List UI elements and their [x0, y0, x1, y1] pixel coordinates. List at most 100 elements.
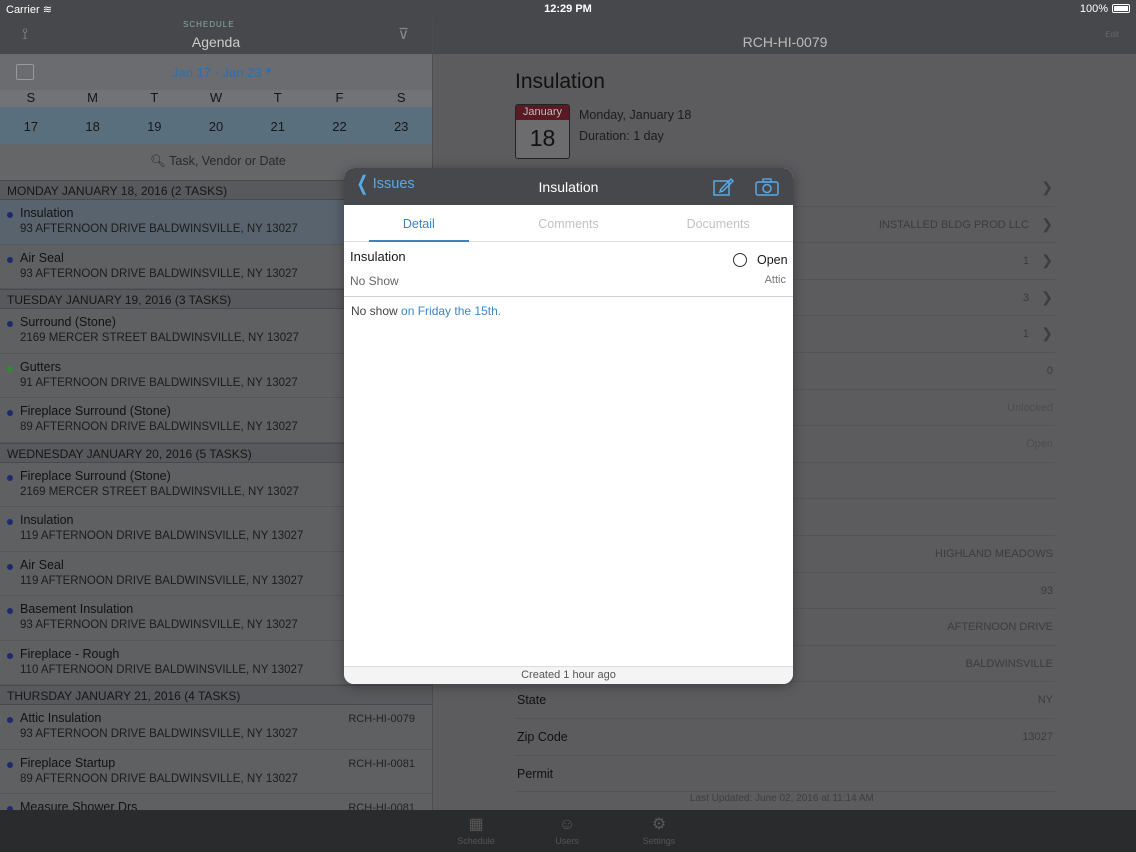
calendar-icon[interactable]: [16, 64, 34, 80]
status-dot-icon: [7, 717, 13, 723]
search-input[interactable]: 🔍︎ Task, Vendor or Date: [150, 154, 286, 169]
search-placeholder: Task, Vendor or Date: [169, 154, 286, 168]
task-code-title: RCH-HI-0079: [742, 34, 828, 50]
chevron-right-icon: ❯: [1041, 288, 1053, 305]
note-link[interactable]: on Friday the 15th.: [401, 304, 501, 318]
detail-field-row: Permit: [515, 756, 1055, 793]
field-value: AFTERNOON DRIVE: [947, 621, 1053, 634]
edit-button[interactable]: Edit: [1105, 30, 1119, 39]
calendar-month: January: [516, 105, 569, 120]
task-address: 2169 MERCER STREET BALDWINSVILLE, NY 130…: [20, 485, 299, 498]
field-value: 0: [1046, 365, 1053, 377]
date-cell[interactable]: 20: [185, 107, 247, 144]
detail-field-row: Zip Code 13027: [515, 719, 1055, 756]
date-cell[interactable]: 23: [370, 107, 432, 144]
tab-label: Schedule: [457, 836, 495, 846]
tab-settings[interactable]: ⚙ Settings: [629, 814, 689, 846]
task-name: Insulation: [20, 513, 74, 527]
tab-documents[interactable]: Documents: [643, 205, 793, 241]
date-cell[interactable]: 22: [309, 107, 371, 144]
task-address: 93 AFTERNOON DRIVE BALDWINSVILLE, NY 130…: [20, 267, 298, 280]
issue-modal: ❮ Issues Insulation Detail Comments Documen…: [344, 168, 793, 684]
task-address: 2169 MERCER STREET BALDWINSVILLE, NY 130…: [20, 332, 299, 344]
chevron-down-icon[interactable]: ▾: [266, 64, 272, 77]
task-address: 93 AFTERNOON DRIVE BALDWINSVILLE, NY 130…: [20, 223, 298, 235]
task-code: RCH-HI-0081: [348, 757, 415, 770]
weekday-label: S: [396, 90, 406, 105]
status-bar: Carrier ≋ 12:29 PM 100%: [0, 0, 1136, 20]
task-name: Fireplace Surround (Stone): [20, 468, 171, 483]
issue-name: Insulation: [350, 249, 406, 264]
field-label: Permit: [517, 766, 554, 781]
field-value: HIGHLAND MEADOWS: [935, 548, 1053, 560]
weekday-label: M: [87, 90, 98, 105]
weekday-label: W: [209, 90, 223, 105]
task-duration: Duration: 1 day: [579, 129, 664, 143]
chevron-right-icon: ❯: [1041, 252, 1053, 269]
tab-label: Settings: [642, 836, 676, 846]
day-section-header: THURSDAY JANUARY 21, 2016 (4 TASKS): [0, 685, 432, 705]
status-dot-icon: [7, 563, 13, 570]
status-dot-icon: [7, 212, 13, 218]
weekday-label: S: [26, 90, 36, 105]
task-name: Gutters: [20, 359, 61, 374]
task-code: RCH-HI-0079: [348, 713, 415, 725]
compose-icon[interactable]: [713, 177, 735, 197]
issue-type: No Show: [350, 274, 399, 288]
tab-users[interactable]: ☺ Users: [537, 814, 597, 846]
field-value: INSTALLED BLDG PROD LLC: [878, 218, 1029, 231]
tab-schedule[interactable]: ▦ Schedule: [446, 814, 506, 846]
status-radio[interactable]: [733, 253, 747, 267]
agenda-nav-bar: ⟟ SCHEDULE Agenda ⊽: [0, 20, 432, 54]
issue-location: Attic: [764, 274, 786, 286]
task-address: 89 AFTERNOON DRIVE BALDWINSVILLE, NY 130…: [20, 421, 298, 433]
task-address: 93 AFTERNOON DRIVE BALDWINSVILLE, NY 130…: [20, 728, 298, 740]
week-range[interactable]: Jan 17 - Jan 23: [172, 65, 262, 80]
date-cell[interactable]: 21: [247, 107, 309, 144]
status-dot-icon: [7, 474, 13, 481]
task-row[interactable]: Fireplace Startup 89 AFTERNOON DRIVE BALD…: [0, 749, 432, 794]
calendar-grid-icon: ▦: [468, 816, 484, 833]
task-name: Insulation: [20, 206, 74, 220]
user-icon: ☺: [558, 816, 576, 833]
date-cell[interactable]: 19: [123, 107, 185, 144]
status-dot-icon: [7, 256, 13, 263]
date-cell[interactable]: 18: [62, 107, 124, 144]
issue-status: Open: [757, 253, 788, 267]
calendar-badge: January 18: [515, 104, 570, 159]
field-value: 13027: [1022, 731, 1053, 743]
camera-icon[interactable]: [755, 178, 779, 196]
task-row[interactable]: Attic Insulation 93 AFTERNOON DRIVE BALDW…: [0, 705, 432, 750]
status-dot-icon: [7, 761, 13, 768]
app-logo: SCHEDULE: [183, 20, 235, 29]
divider: [344, 296, 793, 297]
modal-tabs: Detail Comments Documents: [344, 205, 793, 242]
weekday-label: F: [335, 90, 344, 105]
task-address: 91 AFTERNOON DRIVE BALDWINSVILLE, NY 130…: [20, 376, 298, 389]
field-value: 3: [1022, 291, 1029, 304]
task-address: 119 AFTERNOON DRIVE BALDWINSVILLE, NY 13…: [20, 530, 304, 542]
field-value: Unlocked: [1007, 401, 1053, 414]
filter-icon[interactable]: ⊽: [398, 25, 409, 43]
status-dot-icon: [7, 652, 13, 659]
week-selector: Jan 17 - Jan 23 ▾: [0, 54, 432, 90]
task-title: Insulation: [515, 70, 605, 93]
task-address: 89 AFTERNOON DRIVE BALDWINSVILLE, NY 130…: [20, 772, 298, 785]
note-text: No show: [351, 304, 402, 318]
field-value: Open: [1026, 438, 1053, 451]
battery-icon: [1112, 4, 1130, 13]
status-dot-icon: [7, 519, 13, 525]
tab-detail[interactable]: Detail: [344, 205, 494, 242]
chevron-right-icon: ❯: [1041, 179, 1053, 195]
field-label: State: [517, 693, 547, 708]
issue-note: No show on Friday the 15th.: [351, 304, 501, 318]
task-date: Monday, January 18: [579, 108, 692, 122]
last-updated: Last Updated: June 02, 2016 at 11:14 AM: [690, 793, 874, 804]
weekday-header: SMTWTFS: [0, 90, 432, 107]
detail-field-row: State NY: [515, 682, 1055, 719]
field-value: BALDWINSVILLE: [965, 657, 1053, 670]
task-address: 119 AFTERNOON DRIVE BALDWINSVILLE, NY 13…: [20, 574, 304, 587]
field-value: 93: [1040, 584, 1053, 597]
tab-comments[interactable]: Comments: [494, 205, 644, 241]
date-cell[interactable]: 17: [0, 107, 62, 144]
